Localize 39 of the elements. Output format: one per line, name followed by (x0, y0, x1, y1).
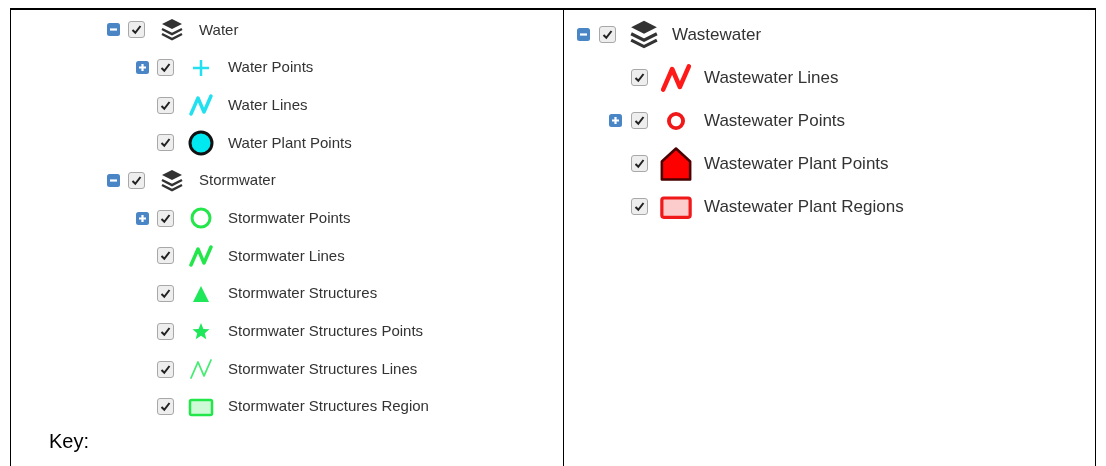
layer-label[interactable]: Water (199, 18, 239, 42)
layer-label[interactable]: Stormwater Structures (228, 282, 378, 305)
layer-label[interactable]: Water Points (228, 56, 314, 79)
checkbox[interactable] (157, 209, 174, 227)
layer-label[interactable]: Stormwater Structures Lines (228, 357, 418, 381)
expand-icon[interactable] (609, 114, 622, 127)
layer-label[interactable]: Wastewater Lines (704, 64, 839, 91)
checkbox[interactable] (157, 398, 174, 416)
checkbox[interactable] (157, 322, 174, 340)
layer-label[interactable]: Wastewater Plant Points (704, 150, 889, 177)
checkbox[interactable] (631, 69, 648, 86)
layer-label[interactable]: Water Plant Points (228, 131, 352, 155)
layer-label[interactable]: Wastewater Points (704, 107, 846, 134)
checkbox[interactable] (128, 172, 145, 190)
checkbox[interactable] (631, 155, 648, 172)
expand-icon[interactable] (136, 211, 149, 225)
checkbox[interactable] (157, 360, 174, 378)
key-caption: Key: (49, 429, 91, 454)
expand-icon[interactable] (136, 61, 149, 75)
layer-label[interactable]: Stormwater Structures Region (228, 395, 429, 418)
layer-label[interactable]: Stormwater Points (228, 207, 351, 230)
checkbox[interactable] (631, 112, 648, 129)
layer-label[interactable]: Stormwater Structures Points (228, 320, 424, 343)
layer-label[interactable]: Stormwater Lines (228, 244, 345, 268)
layer-label[interactable]: Wastewater Plant Regions (704, 193, 904, 220)
checkbox[interactable] (128, 21, 145, 39)
checkbox[interactable] (631, 198, 648, 215)
checkbox[interactable] (599, 26, 616, 43)
collapse-icon[interactable] (107, 174, 120, 188)
checkbox[interactable] (157, 96, 174, 114)
checkbox[interactable] (157, 285, 174, 303)
checkbox[interactable] (157, 134, 174, 152)
layer-label[interactable]: Stormwater (199, 169, 276, 192)
collapse-icon[interactable] (577, 28, 590, 41)
layer-label[interactable]: Wastewater (672, 21, 762, 48)
checkbox[interactable] (157, 59, 174, 77)
checkbox[interactable] (157, 247, 174, 265)
layer-label[interactable]: Water Lines (228, 93, 308, 117)
collapse-icon[interactable] (107, 23, 120, 37)
